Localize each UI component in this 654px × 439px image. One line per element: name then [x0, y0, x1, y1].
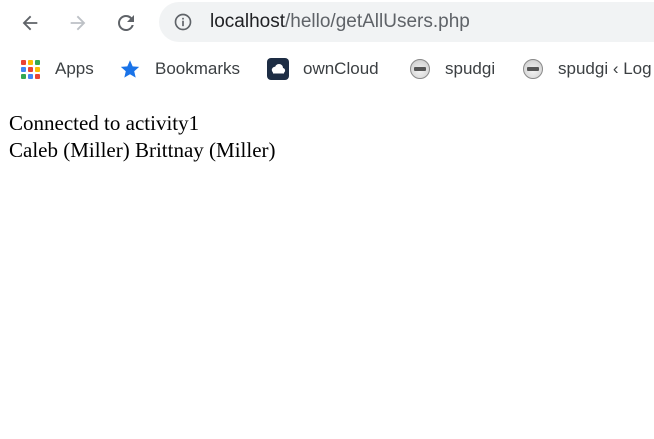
- apps-grid-icon: [19, 58, 41, 80]
- bookmarks-bar: Apps Bookmarks ownCloud spudgi spudgi ‹ …: [0, 48, 654, 90]
- spudgi-favicon: [522, 58, 544, 80]
- connection-status-text: Connected to activity1: [9, 111, 200, 135]
- bookmark-bookmarks[interactable]: Bookmarks: [119, 48, 240, 90]
- bookmark-label: spudgi: [445, 59, 496, 78]
- page-content: Connected to activity1 Caleb (Miller) Br…: [9, 110, 276, 164]
- address-bar[interactable]: localhost/hello/getAllUsers.php: [159, 2, 654, 42]
- browser-toolbar: localhost/hello/getAllUsers.php: [0, 0, 654, 46]
- bookmark-spudgi-log[interactable]: spudgi ‹ Log: [522, 48, 652, 90]
- users-list-text: Caleb (Miller) Brittnay (Miller): [9, 138, 276, 162]
- url-host: localhost: [210, 11, 285, 32]
- reload-icon: [118, 14, 134, 31]
- bookmark-label: Apps: [55, 59, 94, 78]
- bookmark-label: Bookmarks: [155, 59, 241, 78]
- star-icon: [119, 58, 141, 80]
- owncloud-icon: [267, 58, 289, 80]
- bookmark-apps[interactable]: Apps: [19, 48, 94, 90]
- bookmark-label: ownCloud: [303, 59, 379, 78]
- arrow-right-icon: [70, 15, 86, 31]
- back-button[interactable]: [13, 6, 47, 40]
- url-text[interactable]: localhost/hello/getAllUsers.php: [210, 2, 470, 42]
- reload-button[interactable]: [109, 6, 143, 40]
- url-path: /hello/getAllUsers.php: [285, 11, 470, 32]
- forward-button[interactable]: [61, 6, 95, 40]
- bookmark-owncloud[interactable]: ownCloud: [267, 48, 379, 90]
- spudgi-favicon: [409, 58, 431, 80]
- info-circle-icon[interactable]: [173, 12, 193, 32]
- bookmark-label: spudgi ‹ Log: [558, 59, 652, 78]
- arrow-left-icon: [22, 15, 38, 31]
- bookmark-spudgi[interactable]: spudgi: [409, 48, 495, 90]
